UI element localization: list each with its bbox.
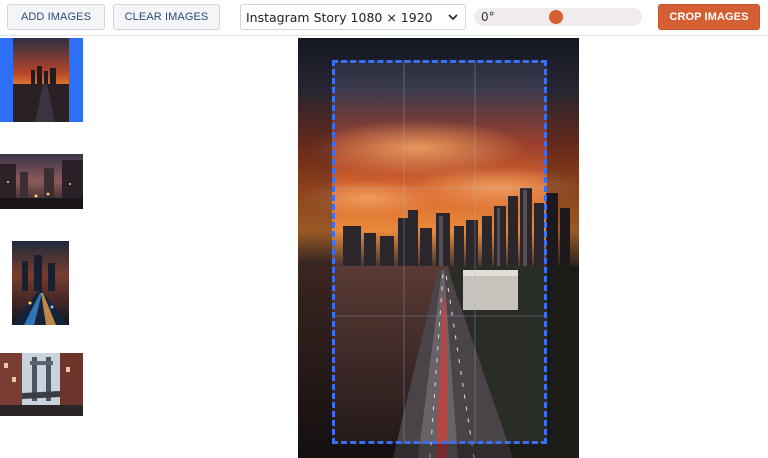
thumbnail-item[interactable] xyxy=(0,353,83,416)
thumbnail-image xyxy=(0,154,83,209)
thumbnail-item[interactable] xyxy=(0,154,83,209)
thumbnail-item[interactable] xyxy=(12,241,69,325)
chevron-down-icon xyxy=(448,14,458,21)
image-canvas[interactable] xyxy=(298,38,579,458)
rotation-value: 0° xyxy=(481,10,495,24)
crop-frame[interactable] xyxy=(332,60,547,444)
thumbnail-list xyxy=(0,36,96,458)
add-images-button[interactable]: ADD IMAGES xyxy=(7,4,105,30)
preset-select[interactable]: Instagram Story 1080 × 1920 xyxy=(240,4,466,30)
rotation-slider-handle[interactable] xyxy=(549,10,563,24)
rotation-slider[interactable]: 0° xyxy=(474,8,642,26)
thumbnail-image xyxy=(12,241,69,325)
preset-select-value: Instagram Story 1080 × 1920 xyxy=(246,9,433,25)
clear-images-button[interactable]: CLEAR IMAGES xyxy=(113,4,220,30)
thumbnail-item[interactable] xyxy=(0,38,83,122)
thumbnail-image xyxy=(0,353,83,416)
toolbar: ADD IMAGES CLEAR IMAGES Instagram Story … xyxy=(0,0,768,36)
crop-images-button[interactable]: CROP IMAGES xyxy=(658,4,760,30)
thumbnail-image xyxy=(13,38,69,122)
